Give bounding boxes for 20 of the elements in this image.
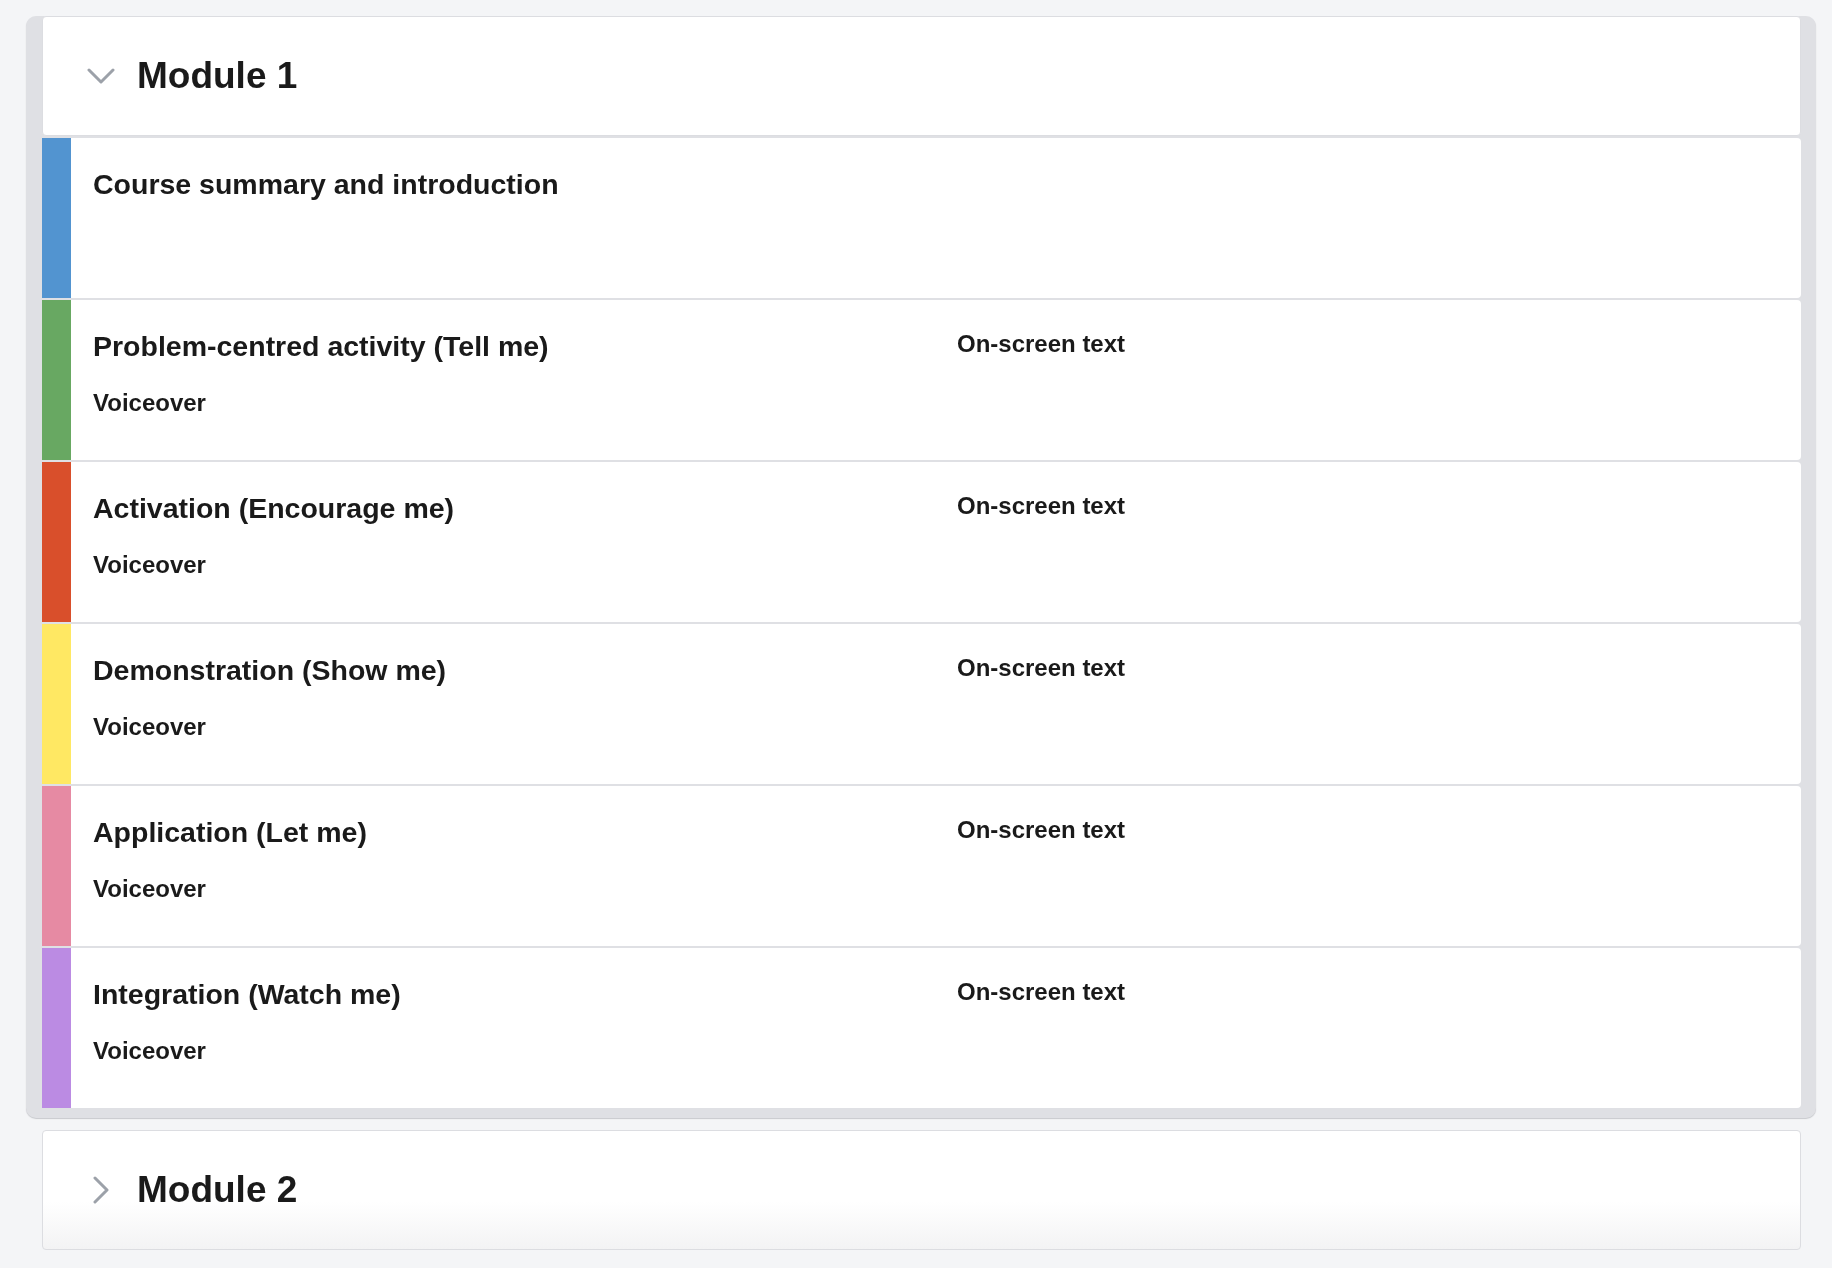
on-screen-text-label: On-screen text [957, 978, 1126, 1006]
on-screen-text-label: On-screen text [957, 654, 1126, 682]
voiceover-label: Voiceover [93, 389, 206, 417]
section-title: Integration (Watch me) [93, 978, 401, 1011]
section-title: Problem-centred activity (Tell me) [93, 330, 549, 363]
module-title: Module 2 [137, 1169, 298, 1211]
voiceover-label: Voiceover [93, 713, 206, 741]
on-screen-text-label: On-screen text [957, 816, 1126, 844]
module-title: Module 1 [137, 55, 298, 97]
chevron-down-icon[interactable] [87, 68, 115, 84]
on-screen-text-label: On-screen text [957, 492, 1126, 520]
section-title: Demonstration (Show me) [93, 654, 447, 687]
section-title: Application (Let me) [93, 816, 367, 849]
voiceover-label: Voiceover [93, 1037, 206, 1065]
on-screen-text-label: On-screen text [957, 330, 1126, 358]
section-title: Activation (Encourage me) [93, 492, 455, 525]
chevron-right-icon[interactable] [93, 1176, 109, 1204]
voiceover-label: Voiceover [93, 551, 206, 579]
voiceover-label: Voiceover [93, 875, 206, 903]
section-title: Course summary and introduction [93, 168, 559, 201]
